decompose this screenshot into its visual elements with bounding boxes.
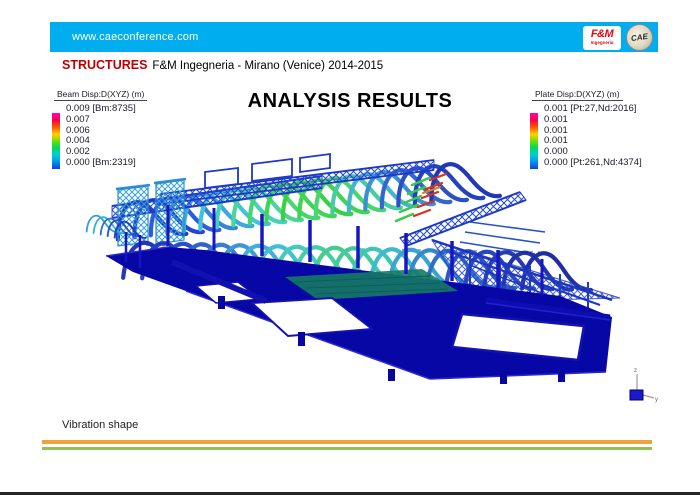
footer-rule-green <box>42 447 652 451</box>
axis-z-label: z <box>634 368 637 374</box>
axis-y-label: y <box>655 397 658 403</box>
axis-triad-icon: z y <box>630 368 658 403</box>
page-bottom-edge <box>0 492 700 495</box>
slide-caption: Vibration shape <box>62 419 138 431</box>
footer-rule-orange <box>42 440 652 444</box>
presentation-slide: www.caeconference.com F&M Ingegneria CAE… <box>0 0 700 496</box>
